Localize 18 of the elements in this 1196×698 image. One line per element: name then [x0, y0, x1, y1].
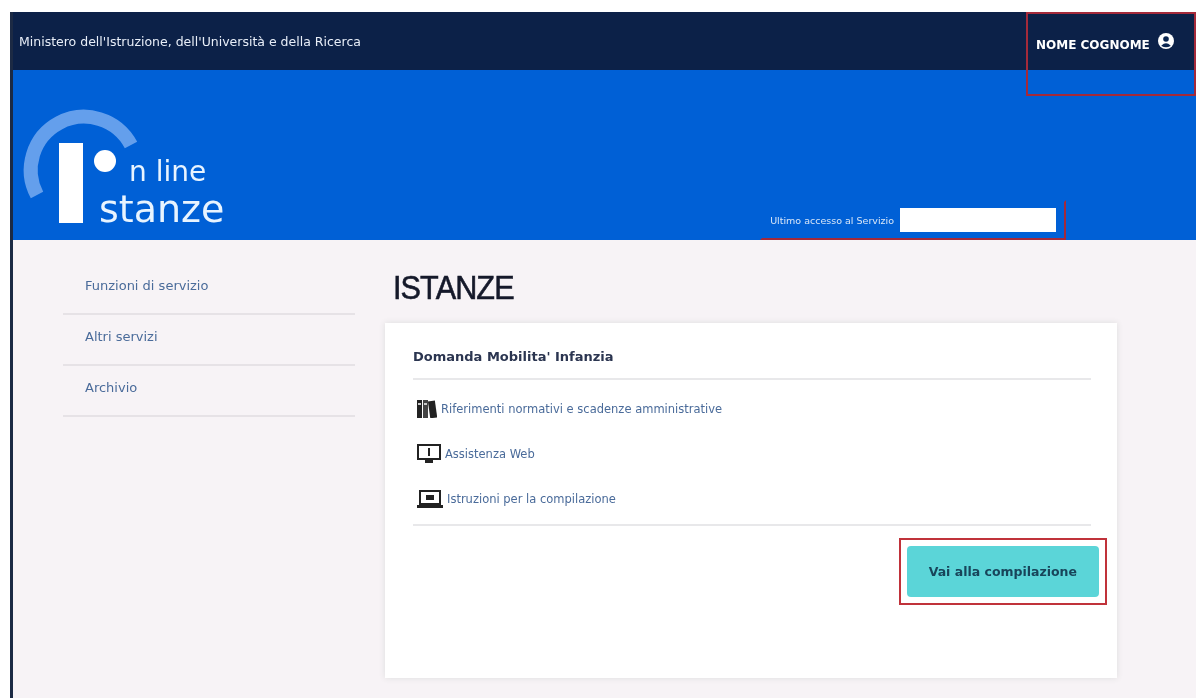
sidebar-item[interactable]: Altri servizi	[63, 315, 355, 366]
last-access-label: Ultimo accesso al Servizio	[770, 214, 894, 226]
sidebar-item[interactable]: Archivio	[63, 366, 355, 417]
info-link[interactable]: Istruzioni per la compilazione	[447, 492, 616, 506]
books-icon	[417, 400, 437, 418]
ministry-name: Ministero dell'Istruzione, dell'Università e della Ricerca	[18, 33, 361, 49]
user-menu[interactable]: NOME COGNOME	[1026, 12, 1196, 96]
info-link[interactable]: Riferimenti normativi e scadenze amministrative	[441, 402, 723, 416]
laptop-icon	[417, 490, 443, 508]
sidebar-item[interactable]: Funzioni di servizio	[63, 270, 355, 315]
page-title: ISTANZE	[393, 268, 515, 307]
card-title: Domanda Mobilita' Infanzia	[413, 349, 1091, 380]
monitor-icon	[417, 444, 441, 464]
logo-text: stanze	[99, 188, 225, 230]
logo-text: n line	[129, 156, 208, 188]
user-icon	[1157, 33, 1174, 49]
start-compilation-button[interactable]: Vai alla compilazione	[906, 546, 1099, 597]
info-link[interactable]: Assistenza Web	[445, 447, 535, 461]
